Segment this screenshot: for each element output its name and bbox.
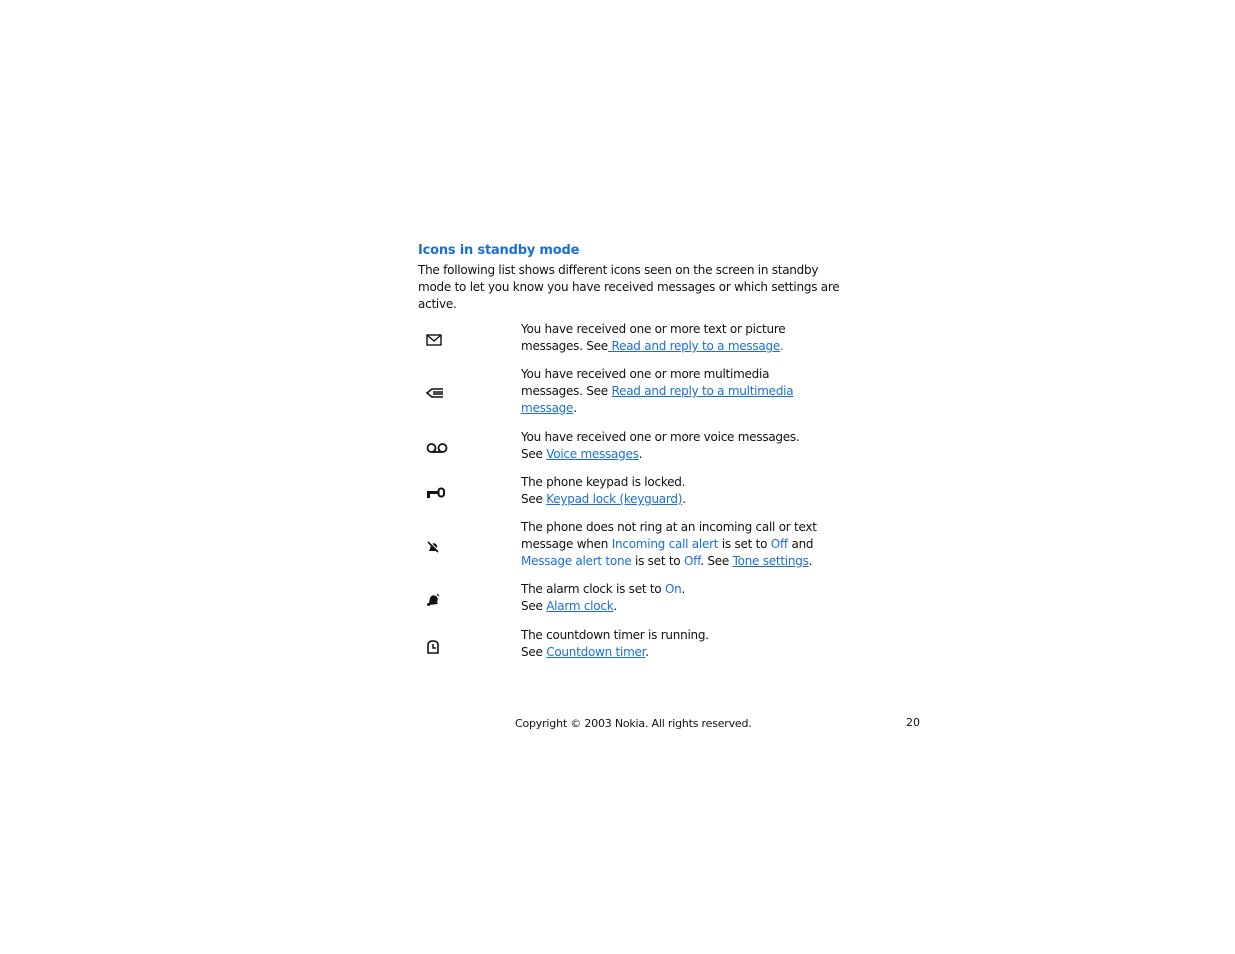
description-text: messages. See (521, 384, 612, 398)
description-text: You have received one or more text or pi… (521, 322, 786, 336)
description-text: See (521, 492, 547, 506)
description-text: message when (521, 537, 612, 551)
description-text: The alarm clock is set to (521, 582, 665, 596)
punctuation: . (681, 582, 686, 596)
link-read-reply-multimedia[interactable]: Read and reply to a multimedia (612, 384, 794, 398)
icon-description: The phone does not ring at an incoming c… (521, 519, 821, 570)
setting-message-alert-tone: Message alert tone (521, 554, 632, 568)
description-text: is set to (631, 554, 684, 568)
description-text: The countdown timer is running. (521, 628, 709, 642)
key-icon (426, 487, 445, 501)
intro-paragraph: The following list shows different icons… (418, 263, 840, 311)
link-voice-messages[interactable]: Voice messages (546, 447, 639, 461)
icon-description: The alarm clock is set to On. See Alarm … (521, 581, 821, 615)
copyright-footer: Copyright © 2003 Nokia. All rights reser… (515, 717, 752, 730)
description-text: See (521, 447, 547, 461)
link-keypad-lock[interactable]: Keypad lock (keyguard) (546, 492, 682, 506)
punctuation: . (613, 599, 617, 613)
icon-description: You have received one or more text or pi… (521, 321, 821, 355)
punctuation: . (638, 447, 643, 461)
description-text: See (521, 645, 547, 659)
icon-description: You have received one or more multimedia… (521, 366, 821, 417)
description-text: messages. See (521, 339, 608, 353)
description-text: The phone does not ring at an incoming c… (521, 520, 817, 534)
link-read-reply-message[interactable]: Read and reply to a message (608, 339, 781, 353)
punctuation: . (645, 645, 649, 659)
multimedia-message-icon (426, 387, 444, 401)
description-text: and (787, 537, 814, 551)
punctuation: . (682, 492, 686, 506)
link-read-reply-multimedia-cont[interactable]: message (521, 401, 573, 415)
punctuation: . (808, 554, 813, 568)
description-text: See (521, 599, 547, 613)
link-tone-settings[interactable]: Tone settings (733, 554, 809, 568)
description-text: . See (700, 554, 733, 568)
icon-description: The countdown timer is running. See Coun… (521, 627, 821, 661)
setting-value-off: Off (770, 537, 788, 551)
punctuation: . (780, 339, 784, 353)
setting-incoming-call-alert: Incoming call alert (611, 537, 719, 551)
description-text: You have received one or more multimedia (521, 367, 770, 381)
description-text: is set to (718, 537, 771, 551)
setting-value-off: Off (683, 554, 701, 568)
voicemail-icon (426, 442, 448, 456)
description-text: The phone keypad is locked. (521, 475, 686, 489)
page-number: 20 (906, 716, 920, 729)
countdown-timer-icon (426, 640, 444, 654)
silent-bell-icon (426, 540, 444, 554)
description-text: You have received one or more voice mess… (521, 430, 800, 444)
icon-description: The phone keypad is locked. See Keypad l… (521, 474, 821, 508)
envelope-icon (426, 334, 444, 348)
alarm-bell-icon (426, 593, 444, 607)
section-heading: Icons in standby mode (418, 243, 580, 258)
link-alarm-clock[interactable]: Alarm clock (546, 599, 613, 613)
punctuation: . (573, 401, 577, 415)
link-countdown-timer[interactable]: Countdown timer (546, 645, 645, 659)
icon-description: You have received one or more voice mess… (521, 429, 821, 463)
setting-value-on: On (664, 582, 682, 596)
